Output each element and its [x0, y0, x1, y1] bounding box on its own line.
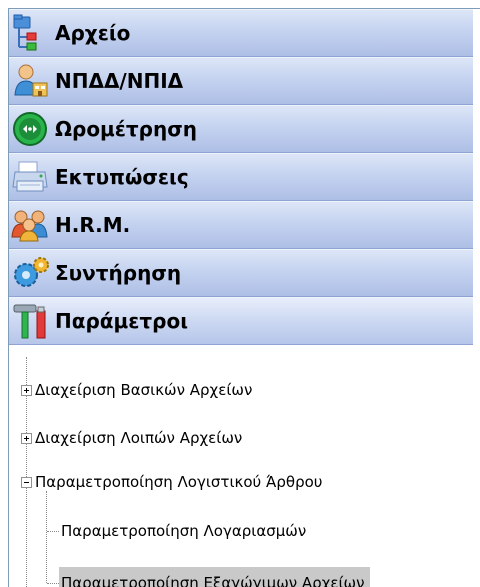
nav-group-label: Εκτυπώσεις [55, 165, 189, 189]
tree-node-label: Παραμετροποίηση Λογιστικού Άρθρου [35, 473, 323, 491]
nav-group-archive[interactable]: Αρχείο [9, 9, 473, 57]
tree-node-label: Παραμετροποίηση Λογαριασμών [61, 522, 307, 540]
tree-connector [47, 583, 59, 584]
user-organization-icon [9, 57, 57, 105]
parameters-tree: Διαχείριση Βασικών Αρχείων Διαχείριση Λο… [9, 353, 473, 587]
nav-group-time-tracking[interactable]: Ωρομέτρηση [9, 105, 473, 153]
expand-button[interactable] [21, 385, 32, 396]
nav-group-printouts[interactable]: Εκτυπώσεις [9, 153, 473, 201]
tree-node-export-files-params[interactable]: Παραμετροποίηση Εξαγώγιμων Αρχείων [59, 567, 371, 587]
plus-icon-stem [26, 388, 27, 393]
nav-group-parameters[interactable]: Παράμετροι [9, 297, 473, 345]
minus-icon [24, 482, 29, 483]
printer-icon [9, 153, 57, 201]
people-group-icon [9, 201, 57, 249]
tree-node-accounts-params[interactable]: Παραμετροποίηση Λογαριασμών [61, 515, 306, 547]
folder-tree-icon [9, 9, 57, 57]
green-clock-arrows-icon [9, 105, 57, 153]
nav-group-label: Αρχείο [55, 21, 131, 45]
nav-group-label: ΝΠΔΔ/ΝΠΙΔ [55, 69, 184, 93]
nav-group-legal-entities[interactable]: ΝΠΔΔ/ΝΠΙΔ [9, 57, 473, 105]
tree-node-label: Διαχείριση Βασικών Αρχείων [35, 381, 253, 399]
tree-connector [46, 491, 47, 583]
navigation-pane: Αρχείο ΝΠΔΔ/ΝΠΙΔ Ωρομέτρηση Εκτυπώσεις H… [8, 8, 480, 587]
tree-node-accounting-article-params[interactable]: Παραμετροποίηση Λογιστικού Άρθρου [35, 466, 322, 498]
nav-group-label: Συντήρηση [55, 261, 182, 285]
tree-node-basic-files[interactable]: Διαχείριση Βασικών Αρχείων [35, 374, 252, 406]
nav-group-maintenance[interactable]: Συντήρηση [9, 249, 473, 297]
nav-group-hrm[interactable]: H.R.M. [9, 201, 473, 249]
tree-node-label: Διαχείριση Λοιπών Αρχείων [35, 429, 243, 447]
plus-icon-stem [26, 436, 27, 441]
nav-group-label: H.R.M. [55, 213, 131, 237]
nav-bar: Αρχείο ΝΠΔΔ/ΝΠΙΔ Ωρομέτρηση Εκτυπώσεις H… [9, 9, 473, 345]
collapse-button[interactable] [21, 477, 32, 488]
gears-icon [9, 249, 57, 297]
hammer-tools-icon [9, 297, 57, 345]
nav-group-label: Παράμετροι [55, 309, 188, 333]
nav-group-label: Ωρομέτρηση [55, 117, 198, 141]
tree-node-label: Παραμετροποίηση Εξαγώγιμων Αρχείων [61, 574, 365, 587]
tree-node-other-files[interactable]: Διαχείριση Λοιπών Αρχείων [35, 422, 242, 454]
tree-connector [47, 531, 59, 532]
expand-button[interactable] [21, 433, 32, 444]
